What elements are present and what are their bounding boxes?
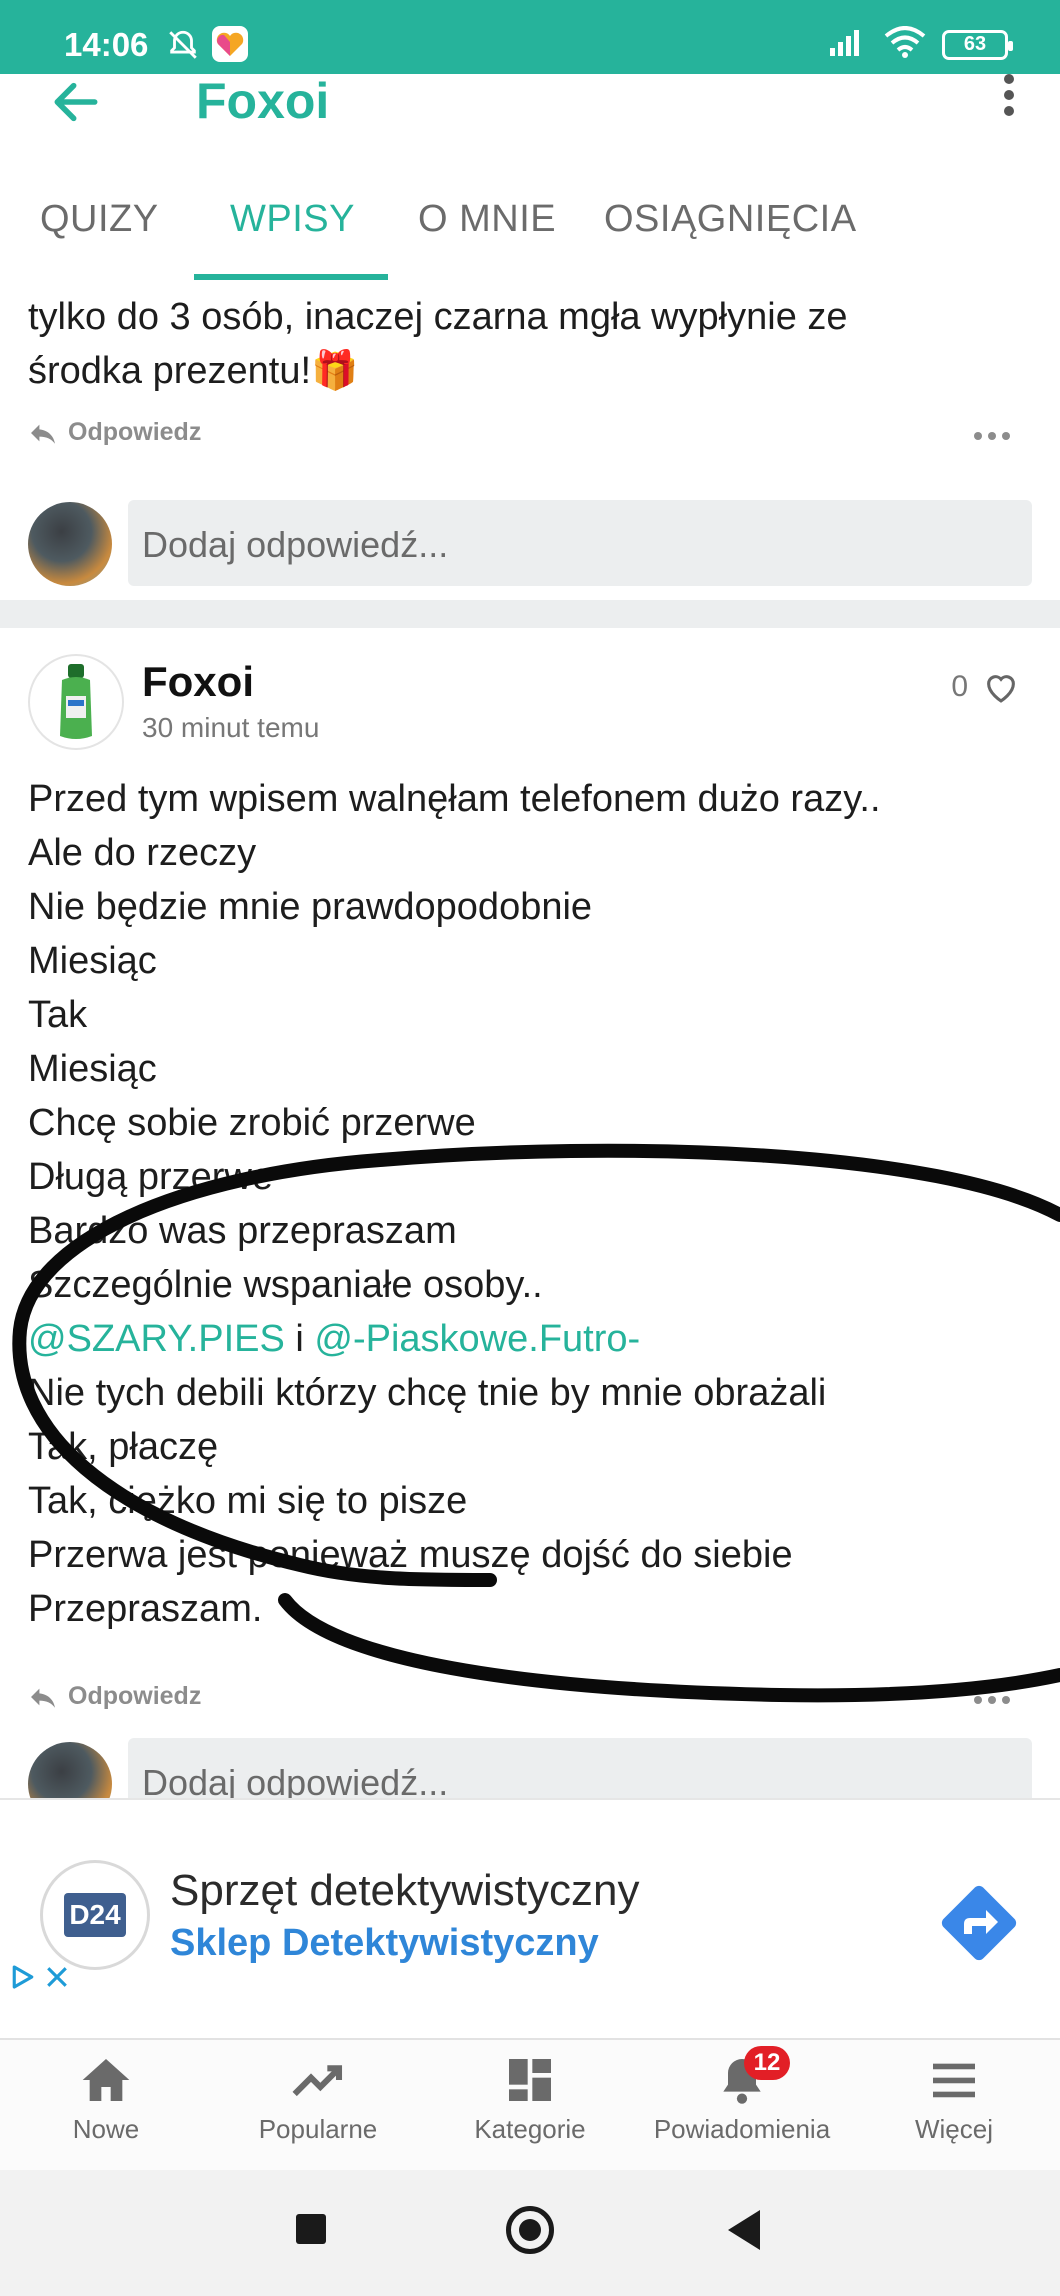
screen: 14:06 63 Foxoi QUIZY WPISY O MNIE OSIĄGN… xyxy=(0,0,1060,2296)
tab-bar: QUIZY WPISY O MNIE OSIĄGNIĘCIA xyxy=(0,184,1060,280)
nav-label: Popularne xyxy=(258,2114,378,2144)
ad-banner[interactable]: D24 Sprzęt detektywistyczny Sklep Detekt… xyxy=(0,1798,1060,2038)
ad-choices-icon[interactable] xyxy=(8,1962,38,1992)
overflow-menu-icon[interactable] xyxy=(1002,74,1016,120)
tab-quizy[interactable]: QUIZY xyxy=(40,198,159,241)
nav-label: Nowe xyxy=(72,2114,140,2144)
nav-kategorie[interactable]: Kategorie xyxy=(424,2054,636,2145)
ad-subtitle[interactable]: Sklep Detektywistyczny xyxy=(170,1922,599,1965)
nav-wiecej[interactable]: Więcej xyxy=(848,2054,1060,2145)
system-navigation-bar xyxy=(0,2170,1060,2296)
app-bar: Foxoi xyxy=(0,74,1060,184)
status-icons: 63 xyxy=(828,26,1013,63)
nav-powiadomienia[interactable]: 12 Powiadomienia xyxy=(636,2046,848,2145)
nav-popularne[interactable]: Popularne xyxy=(212,2054,424,2145)
hand-drawn-circle-annotation xyxy=(12,1143,1060,1703)
ad-title[interactable]: Sprzęt detektywistyczny xyxy=(170,1866,640,1916)
battery-indicator: 63 xyxy=(942,29,1013,60)
signal-icon xyxy=(828,28,868,61)
nav-label: Więcej xyxy=(914,2114,993,2144)
ad-logo: D24 xyxy=(40,1860,150,1970)
recent-apps-button[interactable] xyxy=(296,2214,326,2244)
bottom-navigation: Nowe Popularne Kategorie 12 Powiadomieni… xyxy=(0,2038,1060,2170)
notification-count-badge: 12 xyxy=(744,2046,790,2080)
nav-nowe[interactable]: Nowe xyxy=(0,2054,212,2145)
nav-label: Powiadomienia xyxy=(653,2114,831,2144)
back-arrow-icon[interactable] xyxy=(48,74,104,135)
app-notification-icon xyxy=(212,26,248,62)
tab-osiagniecia[interactable]: OSIĄGNIĘCIA xyxy=(604,198,857,241)
home-button[interactable] xyxy=(506,2206,554,2254)
status-time: 14:06 xyxy=(64,26,149,63)
nav-label: Kategorie xyxy=(474,2114,586,2144)
feed[interactable]: tylko do 3 osób, inaczej czarna mgła wyp… xyxy=(0,280,1060,1800)
menu-icon xyxy=(933,2063,975,2098)
system-back-button[interactable] xyxy=(728,2210,760,2250)
home-icon xyxy=(82,2059,130,2101)
notifications-muted-icon xyxy=(166,28,200,67)
tab-wpisy[interactable]: WPISY xyxy=(230,198,355,241)
status-bar: 14:06 63 xyxy=(0,0,1060,74)
directions-icon xyxy=(941,1885,1017,1961)
wifi-icon xyxy=(884,26,926,63)
trending-icon xyxy=(292,2065,343,2097)
categories-icon xyxy=(509,2059,551,2101)
ad-close-icon[interactable] xyxy=(42,1962,72,1992)
ad-choices[interactable] xyxy=(8,1962,72,1997)
ad-logo-mark: D24 xyxy=(64,1893,126,1937)
ad-open-button[interactable] xyxy=(934,1878,1024,1968)
tab-o-mnie[interactable]: O MNIE xyxy=(418,198,556,241)
page-title: Foxoi xyxy=(196,73,330,129)
